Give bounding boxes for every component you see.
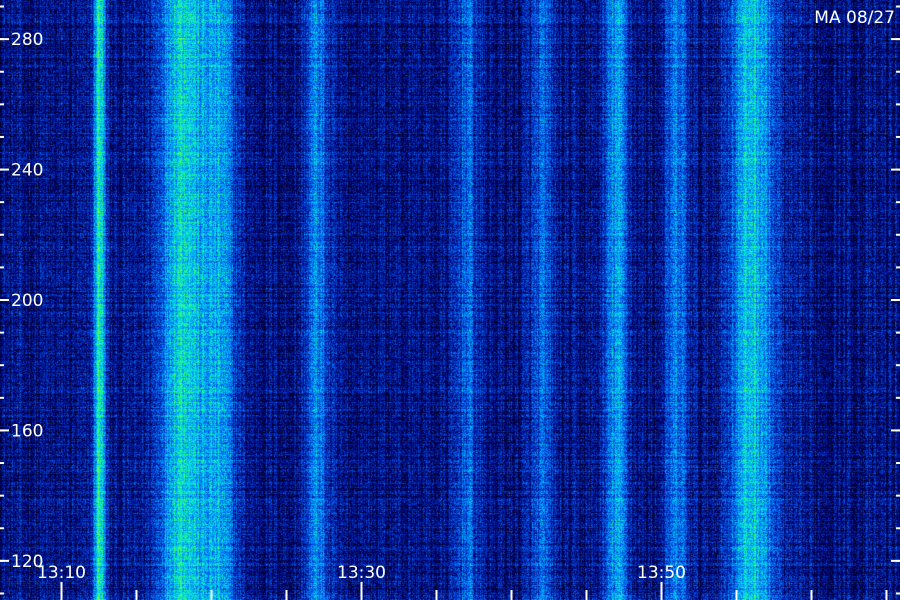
y-tick-label: 200 <box>11 291 43 311</box>
y-tick-label: 160 <box>11 421 43 441</box>
axis-overlay: 120160200240280 13:10 13:30 13:50 MA 08/27 <box>0 5 900 600</box>
x-tick-label: 13:30 <box>337 563 386 583</box>
station-date-label: MA 08/27 <box>814 8 895 28</box>
y-axis: 120160200240280 <box>0 5 900 595</box>
x-axis: 13:10 13:30 13:50 <box>37 563 888 600</box>
y-tick-label: 240 <box>11 161 43 181</box>
x-tick-label: 13:10 <box>37 563 86 583</box>
y-tick-label: 280 <box>11 30 43 50</box>
x-tick-label: 13:50 <box>637 563 686 583</box>
